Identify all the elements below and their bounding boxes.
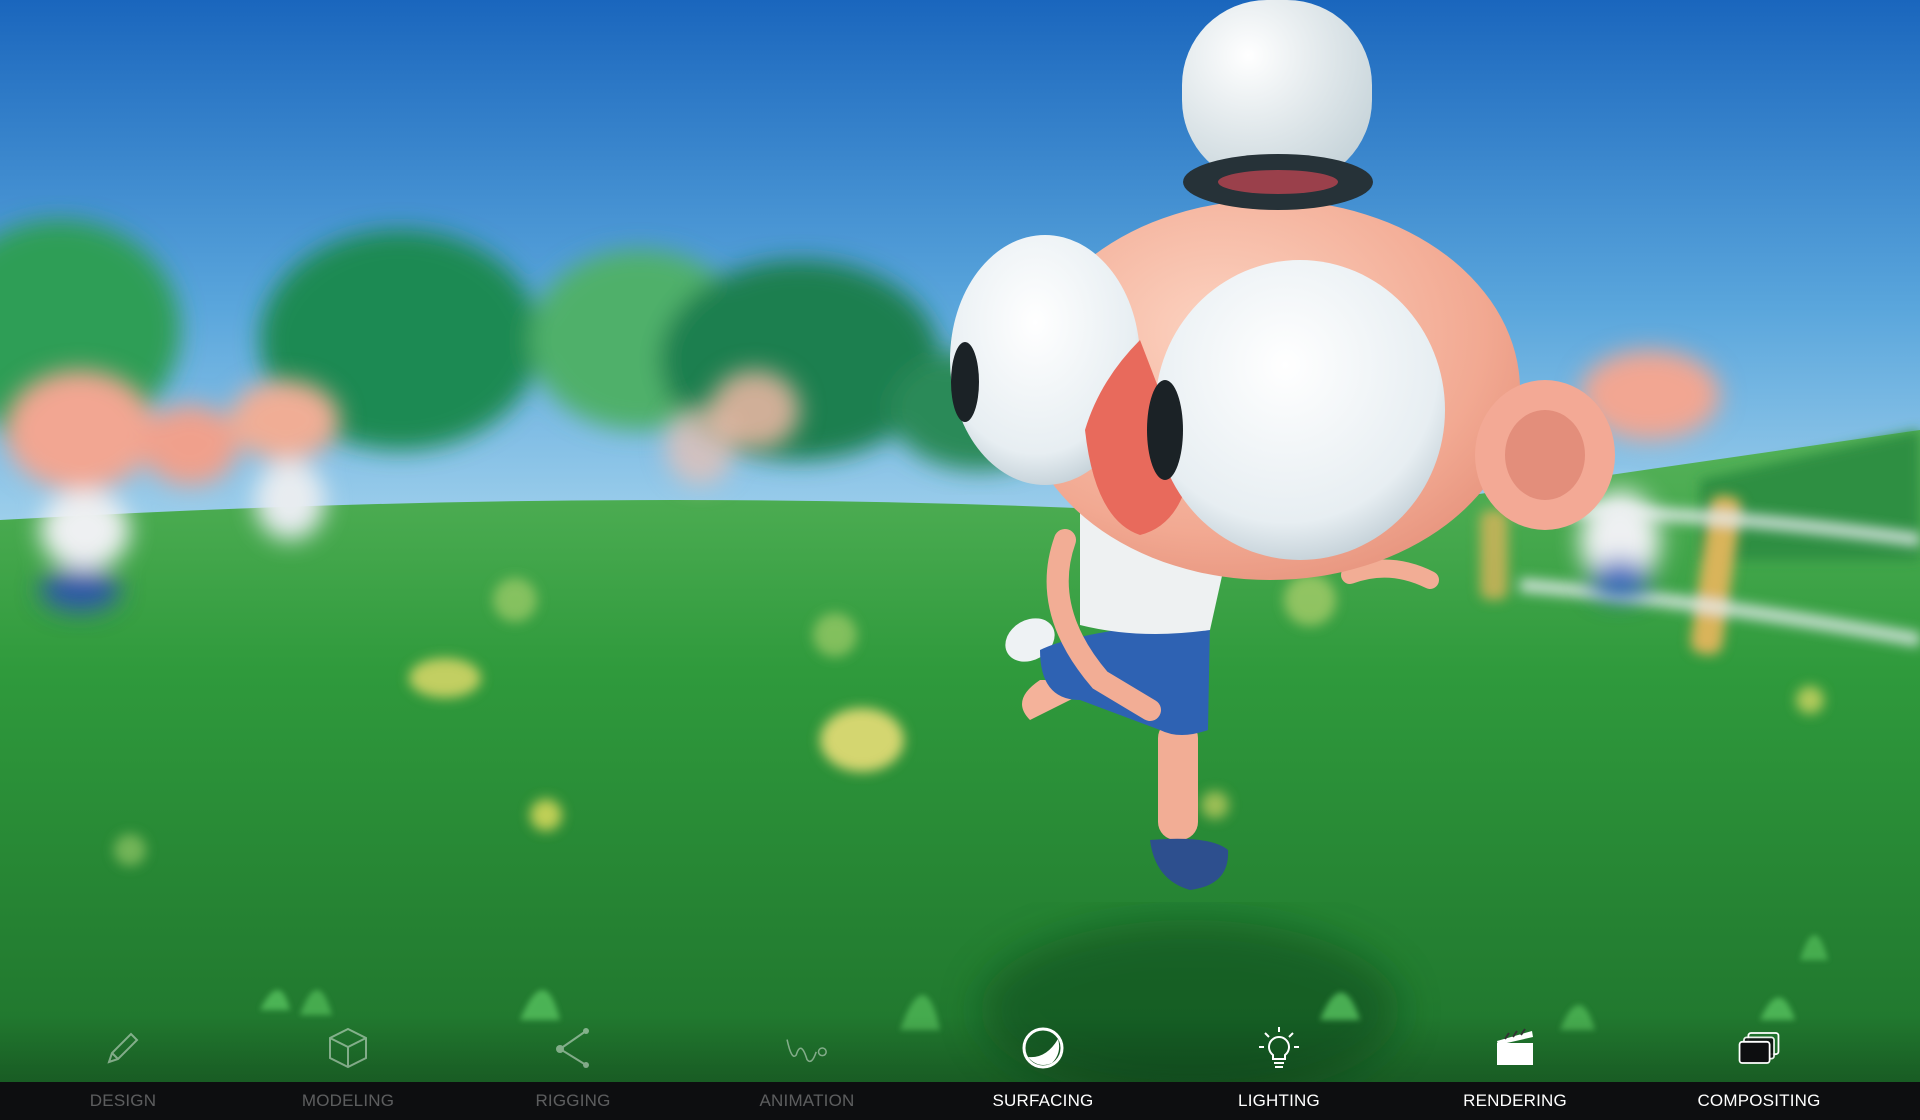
stage-animation[interactable]: ANIMATION (697, 1015, 917, 1120)
stage-surfacing[interactable]: SURFACING (933, 1015, 1153, 1120)
stage-modeling[interactable]: MODELING (238, 1015, 458, 1120)
stage-modeling-label: MODELING (301, 1091, 395, 1110)
pencil-icon (107, 1032, 139, 1064)
stage-lighting[interactable]: LIGHTING (1169, 1015, 1389, 1120)
stage-rigging[interactable]: RIGGING (463, 1015, 683, 1120)
stacked-layers-icon (1738, 1032, 1780, 1064)
stage-rigging-label: RIGGING (535, 1091, 611, 1110)
joint-chain-icon (556, 1028, 589, 1068)
stage-compositing-label: COMPOSITING (1697, 1091, 1821, 1110)
motion-path-icon (786, 1039, 827, 1063)
stage-design[interactable]: DESIGN (13, 1015, 233, 1120)
stage-design-label: DESIGN (89, 1091, 157, 1110)
clapperboard-icon (1497, 1028, 1533, 1065)
stage-animation-label: ANIMATION (759, 1091, 855, 1110)
cube-icon (329, 1027, 367, 1069)
stage-surfacing-label: SURFACING (992, 1091, 1094, 1110)
lightbulb-icon (1259, 1027, 1299, 1068)
stage-lighting-label: LIGHTING (1238, 1091, 1320, 1110)
pipeline-stage-bar: DESIGN MODELING RIGGING ANIMATION SURFAC… (0, 1015, 1920, 1120)
render-viewport (0, 0, 1920, 1120)
stage-rendering[interactable]: RENDERING (1405, 1015, 1625, 1120)
shaded-sphere-icon (1022, 1027, 1064, 1069)
stage-compositing[interactable]: COMPOSITING (1649, 1015, 1869, 1120)
stage-rendering-label: RENDERING (1463, 1091, 1567, 1110)
